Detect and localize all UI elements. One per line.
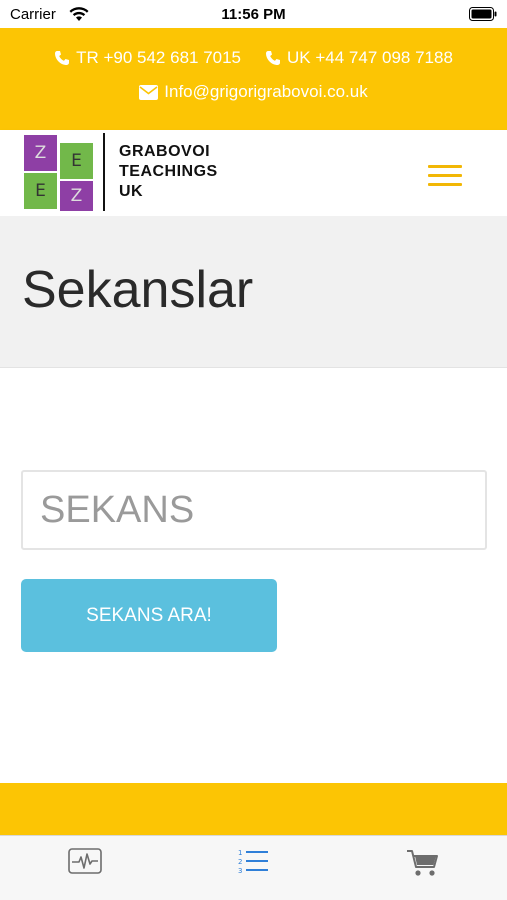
contact-email-row: Info@grigorigrabovoi.co.uk bbox=[0, 82, 507, 102]
phone-uk-label: UK +44 747 098 7188 bbox=[287, 48, 453, 67]
logo[interactable]: Z E E Z bbox=[24, 135, 94, 211]
phone-tr-label: TR +90 542 681 7015 bbox=[76, 48, 242, 67]
footer-strip bbox=[0, 783, 507, 835]
sequence-search-button[interactable]: SEKANS ARA! bbox=[21, 579, 277, 652]
svg-text:1: 1 bbox=[238, 849, 242, 857]
activity-pulse-icon bbox=[67, 848, 102, 874]
email-link[interactable]: Info@grigorigrabovoi.co.uk bbox=[139, 82, 368, 102]
phone-uk-link[interactable]: UK +44 747 098 7188 bbox=[265, 48, 453, 68]
logo-divider bbox=[103, 133, 105, 211]
logo-tile: Z bbox=[24, 135, 57, 171]
tab-bar: 1 2 3 bbox=[0, 835, 507, 900]
numbered-list-icon: 1 2 3 bbox=[238, 849, 268, 875]
svg-text:3: 3 bbox=[238, 867, 242, 875]
logo-tile: E bbox=[60, 143, 93, 179]
site-header: Z E E Z GRABOVOI TEACHINGS UK bbox=[0, 130, 507, 216]
page-title: Sekanslar bbox=[22, 261, 254, 319]
hamburger-menu-icon[interactable] bbox=[428, 165, 462, 189]
contact-phones-row: TR +90 542 681 7015 UK +44 747 098 7188 bbox=[0, 48, 507, 68]
svg-text:2: 2 bbox=[238, 858, 242, 866]
logo-text-line: GRABOVOI bbox=[119, 143, 211, 160]
email-label: Info@grigorigrabovoi.co.uk bbox=[164, 82, 368, 101]
tab-activity[interactable] bbox=[0, 836, 169, 900]
envelope-icon bbox=[139, 84, 159, 100]
tab-sequences[interactable]: 1 2 3 bbox=[169, 836, 338, 900]
phone-icon bbox=[266, 51, 281, 65]
logo-text-line: UK bbox=[119, 183, 144, 200]
status-bar: Carrier 11:56 PM bbox=[0, 0, 507, 28]
contact-bar: TR +90 542 681 7015 UK +44 747 098 7188 … bbox=[0, 28, 507, 130]
phone-tr-link[interactable]: TR +90 542 681 7015 bbox=[54, 48, 241, 68]
logo-text: GRABOVOI TEACHINGS UK bbox=[119, 142, 218, 202]
phone-icon bbox=[55, 51, 70, 65]
logo-text-line: TEACHINGS bbox=[119, 163, 218, 180]
page-title-section: Sekanslar bbox=[0, 216, 507, 368]
tab-cart[interactable] bbox=[338, 836, 507, 900]
battery-icon bbox=[469, 7, 497, 21]
logo-tile: E bbox=[24, 173, 57, 209]
logo-tile: Z bbox=[60, 181, 93, 211]
status-time: 11:56 PM bbox=[221, 6, 286, 23]
sequence-search-input[interactable] bbox=[21, 470, 487, 550]
cart-icon bbox=[406, 850, 438, 876]
